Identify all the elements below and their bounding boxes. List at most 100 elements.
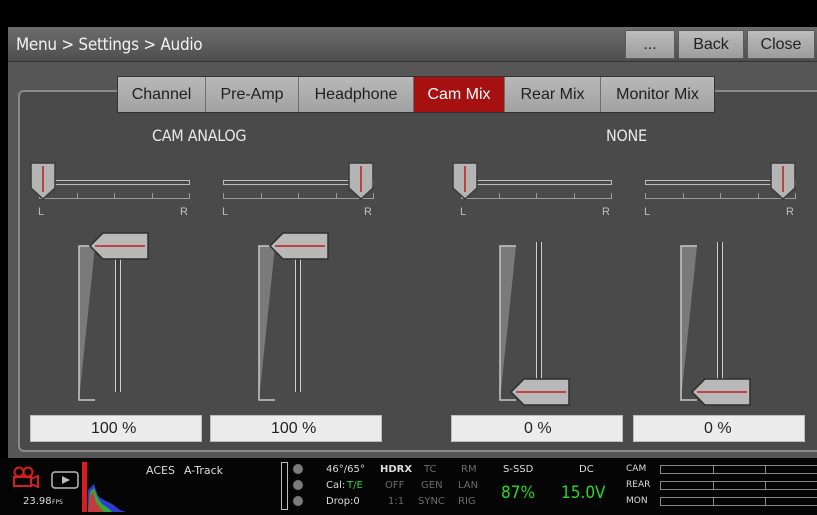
level-value-4[interactable]: 0 % bbox=[633, 415, 805, 442]
camera-record-icon bbox=[13, 466, 39, 488]
level-value-3[interactable]: 0 % bbox=[451, 415, 623, 442]
pan-tick bbox=[682, 193, 684, 199]
cal-value: T/E bbox=[347, 480, 363, 491]
vu-meter bbox=[281, 462, 288, 510]
level-wedge bbox=[78, 245, 95, 401]
pan-right-label: R bbox=[180, 206, 188, 218]
pan-track bbox=[461, 180, 612, 185]
level-fader-4[interactable] bbox=[635, 232, 755, 410]
pan-right-label: R bbox=[602, 206, 610, 218]
fps-unit: FPS bbox=[52, 499, 63, 506]
pan-right-label: R bbox=[786, 206, 794, 218]
tab-rear-mix[interactable]: Rear Mix bbox=[505, 77, 601, 112]
tc-gen: GEN bbox=[421, 480, 443, 491]
fader-handle[interactable] bbox=[690, 378, 751, 406]
pan-tick bbox=[757, 193, 759, 199]
pan-tick bbox=[536, 193, 537, 199]
pan-tick bbox=[223, 193, 224, 199]
power-voltage: 15.0V bbox=[561, 483, 606, 503]
fps-value: 23.98 bbox=[23, 496, 52, 507]
indicator-dot-3 bbox=[293, 496, 303, 506]
tab-pre-amp[interactable]: Pre-Amp bbox=[206, 77, 299, 112]
pan-track bbox=[39, 180, 190, 185]
indicator-dot-2 bbox=[293, 480, 303, 490]
pan-tick bbox=[573, 193, 575, 199]
pan-tick bbox=[498, 193, 500, 199]
histogram bbox=[82, 462, 126, 512]
level-fader-1[interactable] bbox=[33, 232, 153, 410]
pan-knob[interactable] bbox=[452, 162, 478, 201]
pan-slider-4[interactable]: LR bbox=[636, 162, 796, 220]
title-bar: Menu > Settings > Audio ... Back Close bbox=[8, 27, 817, 62]
pan-tick bbox=[189, 193, 190, 199]
pan-tick bbox=[720, 193, 721, 199]
close-button[interactable]: Close bbox=[747, 30, 815, 59]
level-value-2[interactable]: 100 % bbox=[210, 415, 382, 442]
source-label-right: NONE bbox=[606, 126, 647, 145]
pan-tick bbox=[645, 193, 646, 199]
pan-tick bbox=[335, 193, 337, 199]
temperature: 46°/65° bbox=[326, 464, 365, 475]
pan-slider-3[interactable]: LR bbox=[452, 162, 612, 220]
fader-handle[interactable] bbox=[268, 232, 329, 260]
pan-tick bbox=[260, 193, 262, 199]
pan-left-label: L bbox=[38, 206, 45, 218]
rm-label: RM bbox=[461, 464, 477, 475]
pan-left-label: L bbox=[460, 206, 467, 218]
pan-left-label: L bbox=[644, 206, 651, 218]
audio-track-label: A-Track bbox=[184, 464, 224, 477]
tab-headphone[interactable]: Headphone bbox=[299, 77, 414, 112]
fader-handle[interactable] bbox=[509, 378, 570, 406]
fader-handle[interactable] bbox=[88, 232, 149, 260]
media-remaining: 87% bbox=[501, 483, 535, 503]
tab-channel[interactable]: Channel bbox=[118, 77, 206, 112]
meter-cam bbox=[660, 465, 817, 474]
tab-cam-mix[interactable]: Cam Mix bbox=[414, 77, 505, 112]
rm-rig: RIG bbox=[458, 496, 476, 507]
power-label: DC bbox=[579, 464, 594, 475]
pan-tick bbox=[151, 193, 153, 199]
ratio-value: 1:1 bbox=[388, 496, 405, 507]
pan-right-label: R bbox=[364, 206, 372, 218]
pan-tick bbox=[76, 193, 78, 199]
pan-knob[interactable] bbox=[30, 162, 56, 201]
playback-icon[interactable] bbox=[51, 471, 79, 489]
drop-frames: Drop:0 bbox=[326, 496, 360, 507]
rm-lan: LAN bbox=[458, 480, 479, 491]
tab-monitor-mix[interactable]: Monitor Mix bbox=[601, 77, 714, 112]
indicator-dot-1 bbox=[293, 464, 303, 474]
pan-tick bbox=[114, 193, 115, 199]
breadcrumb: Menu > Settings > Audio bbox=[16, 35, 203, 55]
media-label: S-SSD bbox=[503, 464, 534, 475]
meter-rear-label: REAR bbox=[626, 480, 651, 490]
meter-mon-label: MON bbox=[626, 496, 648, 506]
meter-rear bbox=[660, 481, 817, 490]
meter-mon bbox=[660, 497, 817, 506]
hdrx-value: OFF bbox=[385, 480, 405, 491]
audio-tabs: Channel Pre-Amp Headphone Cam Mix Rear M… bbox=[117, 76, 715, 113]
more-button[interactable]: ... bbox=[625, 30, 675, 59]
level-value-1[interactable]: 100 % bbox=[30, 415, 202, 442]
tc-sync: SYNC bbox=[418, 496, 445, 507]
status-bar: 23.98 FPS ACES A-Track 46°/65° Cal: T/E … bbox=[0, 458, 817, 515]
level-wedge bbox=[258, 245, 275, 401]
cal-label: Cal: bbox=[326, 480, 346, 491]
pan-knob[interactable] bbox=[770, 162, 796, 201]
hdrx-label: HDRX bbox=[380, 464, 413, 475]
pan-slider-1[interactable]: LR bbox=[30, 162, 190, 220]
top-strip bbox=[0, 0, 817, 13]
pan-left-label: L bbox=[222, 206, 229, 218]
pan-tick bbox=[298, 193, 299, 199]
fader-rail bbox=[115, 242, 121, 392]
level-fader-3[interactable] bbox=[454, 232, 574, 410]
fader-rail bbox=[295, 242, 301, 392]
pan-knob[interactable] bbox=[348, 162, 374, 201]
level-fader-2[interactable] bbox=[213, 232, 333, 410]
pan-slider-2[interactable]: LR bbox=[214, 162, 374, 220]
fader-rail bbox=[717, 242, 723, 392]
back-button[interactable]: Back bbox=[678, 30, 744, 59]
source-label-left: CAM ANALOG bbox=[152, 126, 247, 145]
fader-rail bbox=[536, 242, 542, 392]
meter-cam-label: CAM bbox=[626, 464, 647, 474]
look-label: ACES bbox=[146, 464, 175, 477]
